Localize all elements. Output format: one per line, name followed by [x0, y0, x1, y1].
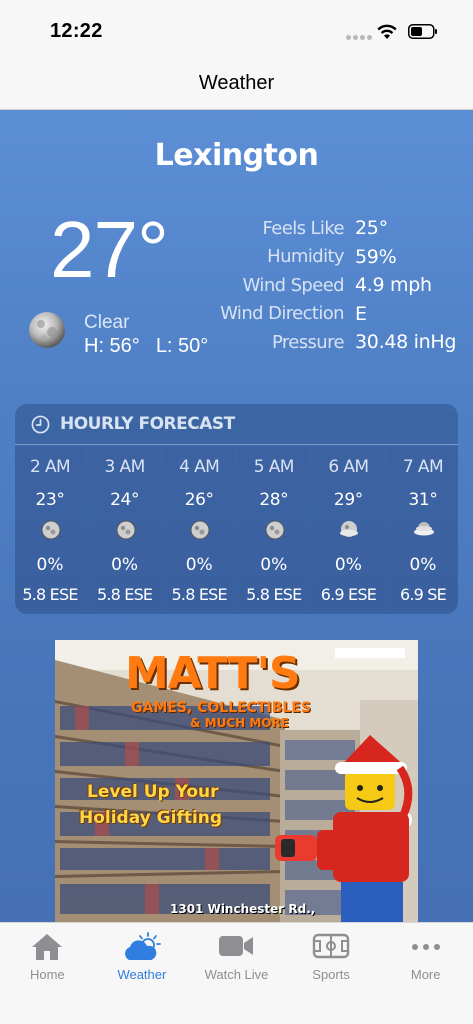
- detail-value: 25°: [355, 217, 388, 240]
- tab-label: Home: [29, 967, 65, 982]
- tab-sports[interactable]: Sports: [284, 923, 379, 1024]
- hour-temp: 28°: [259, 490, 289, 510]
- hour-precip: 0%: [36, 555, 64, 575]
- hour-temp: 24°: [110, 490, 140, 510]
- hour-column: 4 AM 26° 0% 5.8 ESE: [164, 449, 235, 612]
- detail-value: 4.9 mph: [355, 274, 432, 297]
- more-dots-icon: [411, 944, 440, 950]
- city-name: Lexington: [154, 138, 319, 173]
- tab-watch-live[interactable]: Watch Live: [189, 923, 284, 1024]
- home-icon: [32, 934, 63, 960]
- hour-column: 3 AM 24° 0% 5.8 ESE: [89, 449, 160, 612]
- tab-more[interactable]: More: [378, 923, 473, 1024]
- current-temperature: 27°: [50, 205, 169, 294]
- tab-label: Sports: [312, 967, 350, 982]
- clock-icon: [31, 415, 50, 433]
- moon-cloud-icon: [340, 521, 359, 537]
- status-bar: 12:22: [0, 0, 473, 60]
- hourly-header: HOURLY FORECAST: [15, 404, 458, 445]
- advertisement-banner[interactable]: MATT'S GAMES, COLLECTIBLES & MUCH MORE L…: [55, 640, 418, 922]
- moon-icon: [29, 312, 65, 348]
- moon-icon: [41, 520, 61, 540]
- detail-label: Wind Direction: [220, 303, 344, 325]
- ad-promo-line-2: Holiday Gifting: [79, 808, 223, 828]
- ad-subtitle-2: & MUCH MORE: [190, 716, 289, 730]
- hour-temp: 29°: [333, 490, 363, 510]
- high-temp: H: 56°: [84, 335, 140, 357]
- hour-time: 2 AM: [29, 457, 71, 477]
- detail-value: E: [355, 302, 367, 325]
- video-camera-icon: [219, 936, 254, 956]
- hour-column: 5 AM 28° 0% 5.8 ESE: [238, 449, 309, 612]
- detail-label: Pressure: [271, 331, 345, 353]
- hour-precip: 0%: [185, 555, 213, 575]
- ad-subtitle: GAMES, COLLECTIBLES: [131, 700, 311, 716]
- status-time: 12:22: [50, 20, 103, 42]
- tab-weather[interactable]: Weather: [95, 923, 190, 1024]
- wifi-icon: [377, 24, 397, 39]
- page-title: Weather: [198, 72, 275, 94]
- hour-column: 2 AM 23° 0% 5.8 ESE: [15, 449, 85, 612]
- hour-precip: 0%: [334, 555, 362, 575]
- hour-wind: 5.8 ESE: [171, 585, 228, 604]
- moon-icon: [265, 520, 285, 540]
- detail-humidity: Humidity 59%: [200, 243, 465, 272]
- weather-icon: [124, 932, 161, 960]
- hour-wind: 5.8 ESE: [96, 585, 153, 604]
- detail-label: Feels Like: [262, 217, 344, 239]
- hour-temp: 26°: [184, 490, 214, 510]
- tab-home[interactable]: Home: [0, 923, 95, 1024]
- hour-column: 6 AM 29° 0% 6.9 ESE: [313, 449, 384, 612]
- cellular-signal-icon: [346, 35, 372, 40]
- detail-feels-like: Feels Like 25°: [200, 214, 465, 243]
- hour-column: 7 AM 31° 0% 6.9 SE: [387, 449, 458, 612]
- detail-wind-speed: Wind Speed 4.9 mph: [200, 271, 465, 300]
- high-low: H: 56° L: 50°: [84, 335, 208, 358]
- tab-label: Weather: [117, 967, 167, 982]
- sports-field-icon: [312, 933, 350, 959]
- detail-label: Humidity: [267, 246, 344, 268]
- detail-wind-direction: Wind Direction E: [200, 300, 465, 329]
- hour-precip: 0%: [409, 555, 437, 575]
- hourly-title: HOURLY FORECAST: [60, 414, 235, 434]
- hour-wind: 5.8 ESE: [246, 585, 302, 604]
- hour-wind: 6.9 SE: [399, 585, 447, 604]
- condition-text: Clear: [84, 312, 130, 333]
- ad-promo-line-1: Level Up Your: [87, 782, 219, 802]
- cloudy-moon-icon: [413, 522, 434, 536]
- battery-icon: [408, 24, 437, 39]
- hour-time: 7 AM: [402, 457, 444, 477]
- moon-icon: [190, 520, 210, 540]
- hourly-forecast[interactable]: HOURLY FORECAST 2 AM 23° 0% 5.8 ESE 3 AM…: [15, 404, 458, 614]
- weather-panel: Lexington 27° Clear H: 56° L: 50° Feels …: [0, 110, 473, 922]
- hour-wind: 6.9 ESE: [320, 585, 377, 604]
- hour-time: 5 AM: [253, 457, 295, 477]
- nav-bar: Weather: [0, 60, 473, 110]
- hour-wind: 5.8 ESE: [22, 585, 78, 604]
- hour-columns: 2 AM 23° 0% 5.8 ESE 3 AM 24° 0% 5.8 ESE …: [15, 445, 458, 612]
- hour-time: 6 AM: [328, 457, 369, 477]
- ad-address: 1301 Winchester Rd.,: [170, 902, 316, 916]
- hour-temp: 23°: [35, 490, 65, 510]
- ad-brand: MATT'S: [125, 648, 301, 699]
- detail-value: 30.48 inHg: [355, 331, 457, 354]
- hour-time: 4 AM: [179, 457, 220, 477]
- tab-bar: Home Weather Watch Live Sports More: [0, 922, 473, 1024]
- moon-icon: [116, 520, 136, 540]
- tab-label: More: [410, 967, 441, 982]
- detail-pressure: Pressure 30.48 inHg: [200, 328, 465, 357]
- detail-value: 59%: [355, 245, 397, 268]
- weather-details: Feels Like 25° Humidity 59% Wind Speed 4…: [200, 214, 465, 357]
- detail-label: Wind Speed: [242, 274, 345, 296]
- hour-precip: 0%: [111, 555, 139, 575]
- hour-temp: 31°: [408, 490, 438, 510]
- tab-label: Watch Live: [204, 967, 269, 982]
- hour-precip: 0%: [260, 555, 288, 575]
- hour-time: 3 AM: [104, 457, 146, 477]
